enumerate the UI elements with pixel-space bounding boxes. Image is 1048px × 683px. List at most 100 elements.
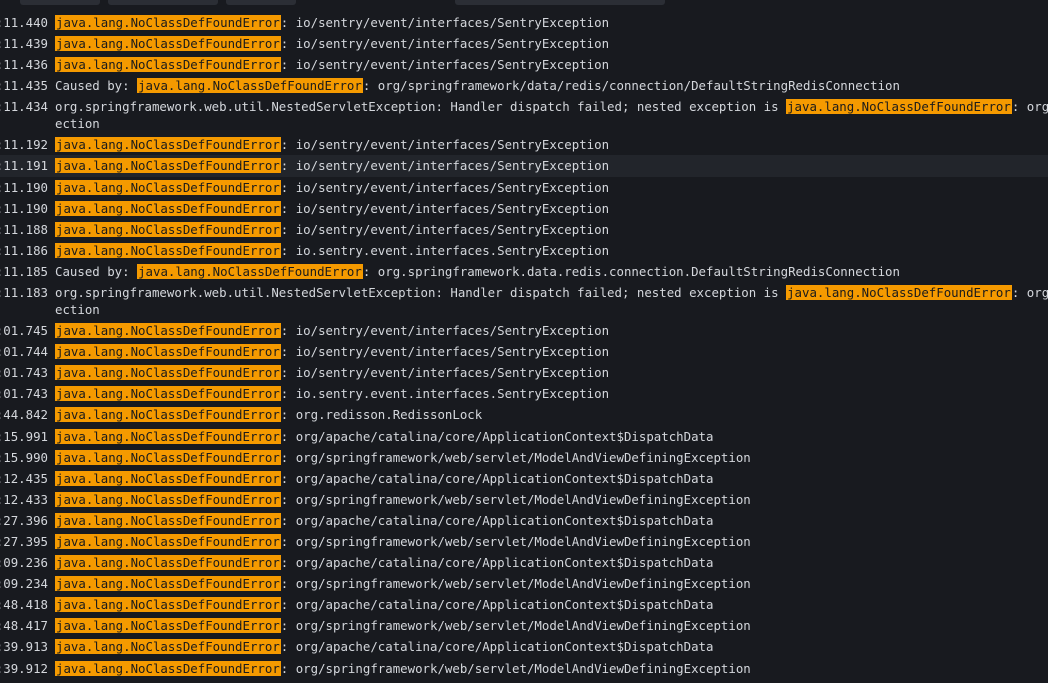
log-timestamp: :39.912 [0,660,48,676]
log-row[interactable]: :11.188 java.lang.NoClassDefFoundError: i… [0,219,1048,240]
log-row[interactable]: :11.183 org.springframework.web.util.Nest… [0,282,1048,320]
log-row[interactable]: :01.745 java.lang.NoClassDefFoundError: i… [0,320,1048,341]
log-message-detail: : io.sentry.event.interfaces.SentryExcep… [280,386,610,402]
search-highlight: java.lang.NoClassDefFoundError [786,285,1012,301]
log-row[interactable]: :11.434 org.springframework.web.util.Nest… [0,96,1048,134]
toolbar-tab[interactable] [226,0,296,5]
toolbar-tab[interactable] [455,0,665,5]
search-highlight: java.lang.NoClassDefFoundError [55,428,281,444]
log-message-detail: : org.springframework.data.redis.connect… [362,263,900,279]
log-timestamp: :01.745 [0,323,48,339]
log-message: java.lang.NoClassDefFoundError: io/sentr… [55,177,1048,198]
log-message: Caused by: java.lang.NoClassDefFoundErro… [55,75,1048,96]
search-highlight: java.lang.NoClassDefFoundError [55,344,281,360]
log-message: java.lang.NoClassDefFoundError: io.sentr… [55,240,1048,261]
log-message: org.springframework.web.util.NestedServl… [55,282,1048,318]
log-row[interactable]: :11.185 Caused by: java.lang.NoClassDefFo… [0,261,1048,282]
log-message-detail: : io/sentry/event/interfaces/SentryExcep… [280,179,610,195]
top-toolbar-edge [0,0,1048,8]
log-row[interactable]: :11.435 Caused by: java.lang.NoClassDefFo… [0,75,1048,96]
log-row[interactable]: :11.436 java.lang.NoClassDefFoundError: i… [0,54,1048,75]
log-message: java.lang.NoClassDefFoundError: io/sentr… [55,54,1048,75]
log-row[interactable]: :09.236 java.lang.NoClassDefFoundError: o… [0,552,1048,573]
log-message-detail: : io/sentry/event/interfaces/SentryExcep… [280,36,610,52]
log-timestamp: :09.236 [0,555,48,571]
log-row[interactable]: :11.191 java.lang.NoClassDefFoundError: i… [0,155,1048,177]
log-message-detail: : io/sentry/event/interfaces/SentryExcep… [280,323,610,339]
log-row[interactable]: :11.190 java.lang.NoClassDefFoundError: i… [0,177,1048,198]
log-message: java.lang.NoClassDefFoundError: io/sentr… [55,219,1048,240]
log-row[interactable]: :12.433 java.lang.NoClassDefFoundError: o… [0,489,1048,510]
log-message-detail: : org/apache/catalina/core/ApplicationCo… [280,639,714,655]
log-message: java.lang.NoClassDefFoundError: org/spri… [55,573,1048,594]
log-message: java.lang.NoClassDefFoundError: org/spri… [55,615,1048,636]
log-timestamp: :11.183 [0,285,48,301]
log-row[interactable]: :11.186 java.lang.NoClassDefFoundError: i… [0,240,1048,261]
log-timestamp: :27.395 [0,533,48,549]
search-highlight: java.lang.NoClassDefFoundError [55,158,281,174]
log-message-detail: : org/springframework/web/servlet/ModelA… [280,618,751,634]
log-message-detail: : org/springframework/web/servlet/ModelA… [280,533,751,549]
log-message: java.lang.NoClassDefFoundError: org/apac… [55,594,1048,615]
log-timestamp: :39.913 [0,639,48,655]
log-row[interactable]: :39.912 java.lang.NoClassDefFoundError: o… [0,658,1048,679]
log-message-detail: : io/sentry/event/interfaces/SentryExcep… [280,344,610,360]
toolbar-tab[interactable] [108,0,218,5]
log-message-detail: : org/apache/catalina/core/ApplicationCo… [280,428,714,444]
log-row[interactable]: :44.842 java.lang.NoClassDefFoundError: o… [0,404,1048,425]
log-message-prefix: org.springframework.web.util.NestedServl… [55,99,787,115]
log-message-detail: : io/sentry/event/interfaces/SentryExcep… [280,365,610,381]
log-row[interactable]: :48.417 java.lang.NoClassDefFoundError: o… [0,615,1048,636]
log-message-detail: : org/springframework/web/servlet/ModelA… [280,576,751,592]
search-highlight: java.lang.NoClassDefFoundError [55,15,281,30]
log-message: java.lang.NoClassDefFoundError: io/sentr… [55,12,1048,33]
search-highlight: java.lang.NoClassDefFoundError [55,618,281,634]
search-highlight: java.lang.NoClassDefFoundError [55,597,281,613]
log-message: java.lang.NoClassDefFoundError: org/spri… [55,531,1048,552]
log-message: java.lang.NoClassDefFoundError: org/apac… [55,510,1048,531]
log-message: java.lang.NoClassDefFoundError: org/spri… [55,489,1048,510]
log-message: java.lang.NoClassDefFoundError: io/sentr… [55,341,1048,362]
log-row[interactable]: :27.396 java.lang.NoClassDefFoundError: o… [0,510,1048,531]
log-row[interactable]: :11.190 java.lang.NoClassDefFoundError: i… [0,198,1048,219]
log-timestamp: :11.192 [0,137,48,153]
search-highlight: java.lang.NoClassDefFoundError [55,200,281,216]
log-message: java.lang.NoClassDefFoundError: org/spri… [55,447,1048,468]
log-message: org.springframework.web.util.NestedServl… [55,96,1048,132]
search-highlight: java.lang.NoClassDefFoundError [55,137,281,153]
log-message-detail: : io/sentry/event/interfaces/SentryExcep… [280,57,610,73]
log-row[interactable]: :11.439 java.lang.NoClassDefFoundError: i… [0,33,1048,54]
log-message-detail: : io.sentry.event.interfaces.SentryExcep… [280,242,610,258]
log-timestamp: :11.436 [0,57,48,73]
toolbar-tab[interactable] [20,0,100,5]
log-timestamp: :12.435 [0,470,48,486]
log-row[interactable]: :01.743 java.lang.NoClassDefFoundError: i… [0,362,1048,383]
log-timestamp: :01.744 [0,344,48,360]
search-highlight: java.lang.NoClassDefFoundError [55,323,281,339]
log-message: java.lang.NoClassDefFoundError: io/sentr… [55,198,1048,219]
log-message-detail: : io/sentry/event/interfaces/SentryExcep… [280,15,610,30]
log-row[interactable]: :01.744 java.lang.NoClassDefFoundError: i… [0,341,1048,362]
search-highlight: java.lang.NoClassDefFoundError [55,365,281,381]
log-row[interactable]: :48.418 java.lang.NoClassDefFoundError: o… [0,594,1048,615]
log-row[interactable]: :15.990 java.lang.NoClassDefFoundError: o… [0,447,1048,468]
search-highlight: java.lang.NoClassDefFoundError [786,99,1012,115]
log-row[interactable]: :12.435 java.lang.NoClassDefFoundError: o… [0,468,1048,489]
log-row[interactable]: :39.913 java.lang.NoClassDefFoundError: o… [0,636,1048,657]
log-message: java.lang.NoClassDefFoundError: org/apac… [55,552,1048,573]
log-row[interactable]: :27.395 java.lang.NoClassDefFoundError: o… [0,531,1048,552]
log-row[interactable]: :11.192 java.lang.NoClassDefFoundError: i… [0,134,1048,155]
log-message: java.lang.NoClassDefFoundError: org.redi… [55,404,1048,425]
log-message-detail: : org/s [1011,99,1048,115]
log-timestamp: :11.190 [0,200,48,216]
log-row[interactable]: :09.234 java.lang.NoClassDefFoundError: o… [0,573,1048,594]
log-message: java.lang.NoClassDefFoundError: org/apac… [55,468,1048,489]
log-message-detail: : org/apache/catalina/core/ApplicationCo… [280,597,714,613]
log-row[interactable]: :15.991 java.lang.NoClassDefFoundError: o… [0,426,1048,447]
log-message-detail: : org/springframework/data/redis/connect… [362,78,900,94]
search-highlight: java.lang.NoClassDefFoundError [55,407,281,423]
log-row[interactable]: :11.440 java.lang.NoClassDefFoundError: i… [0,12,1048,33]
log-timestamp: :11.439 [0,36,48,52]
log-row[interactable]: :01.743 java.lang.NoClassDefFoundError: i… [0,383,1048,404]
search-highlight: java.lang.NoClassDefFoundError [137,263,363,279]
